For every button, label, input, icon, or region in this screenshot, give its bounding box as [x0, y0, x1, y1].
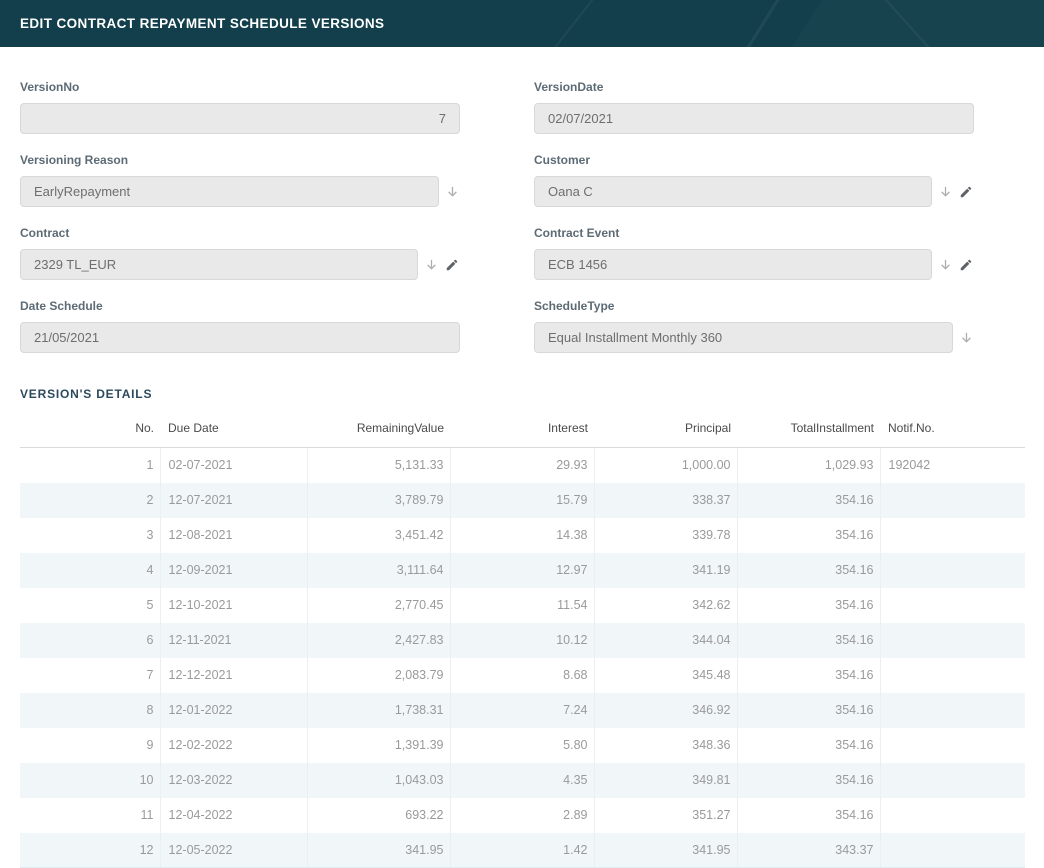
- table-row[interactable]: 1 02-07-2021 5,131.33 29.93 1,000.00 1,0…: [20, 448, 1025, 483]
- pencil-icon[interactable]: [958, 184, 974, 200]
- field-contract: Contract: [20, 226, 460, 280]
- contract-event-input[interactable]: [534, 249, 932, 280]
- date-schedule-input[interactable]: [20, 322, 460, 353]
- col-header-notif-no: Notif.No.: [880, 413, 1025, 448]
- table-row[interactable]: 12 12-05-2022 341.95 1.42 341.95 343.37: [20, 833, 1025, 868]
- versioning-reason-label: Versioning Reason: [20, 153, 460, 167]
- version-form: VersionNo VersionDate Versioning Reason …: [20, 80, 1025, 372]
- field-contract-event: Contract Event: [534, 226, 974, 280]
- field-scheduletype: ScheduleType: [534, 299, 974, 353]
- pencil-icon[interactable]: [444, 257, 460, 273]
- table-row[interactable]: 3 12-08-2021 3,451.42 14.38 339.78 354.1…: [20, 518, 1025, 553]
- customer-input[interactable]: [534, 176, 932, 207]
- col-header-total-installment: TotalInstallment: [737, 413, 880, 448]
- main-content: VersionNo VersionDate Versioning Reason …: [0, 80, 1044, 868]
- field-versiondate: VersionDate: [534, 80, 974, 134]
- versiondate-label: VersionDate: [534, 80, 974, 94]
- arrow-down-icon[interactable]: [958, 330, 974, 346]
- field-customer: Customer: [534, 153, 974, 207]
- table-row[interactable]: 8 12-01-2022 1,738.31 7.24 346.92 354.16: [20, 693, 1025, 728]
- versionno-input[interactable]: [20, 103, 460, 134]
- col-header-interest: Interest: [450, 413, 594, 448]
- pencil-icon[interactable]: [958, 257, 974, 273]
- table-row[interactable]: 9 12-02-2022 1,391.39 5.80 348.36 354.16: [20, 728, 1025, 763]
- table-row[interactable]: 2 12-07-2021 3,789.79 15.79 338.37 354.1…: [20, 483, 1025, 518]
- contract-input[interactable]: [20, 249, 418, 280]
- arrow-down-icon[interactable]: [423, 257, 439, 273]
- col-header-due-date: Due Date: [160, 413, 307, 448]
- scheduletype-label: ScheduleType: [534, 299, 974, 313]
- arrow-down-icon[interactable]: [444, 184, 460, 200]
- col-header-remaining-value: RemainingValue: [307, 413, 450, 448]
- table-header-row: No. Due Date RemainingValue Interest Pri…: [20, 413, 1025, 448]
- app-header: EDIT CONTRACT REPAYMENT SCHEDULE VERSION…: [0, 0, 1044, 47]
- contract-label: Contract: [20, 226, 460, 240]
- versions-details-heading: VERSION'S DETAILS: [20, 387, 1025, 401]
- versioning-reason-input[interactable]: [20, 176, 439, 207]
- table-row[interactable]: 4 12-09-2021 3,111.64 12.97 341.19 354.1…: [20, 553, 1025, 588]
- header-decor-stripe: [787, 0, 1044, 47]
- table-row[interactable]: 5 12-10-2021 2,770.45 11.54 342.62 354.1…: [20, 588, 1025, 623]
- page-title: EDIT CONTRACT REPAYMENT SCHEDULE VERSION…: [20, 16, 384, 31]
- header-decor-stripe: [857, 0, 1006, 47]
- table-row[interactable]: 6 12-11-2021 2,427.83 10.12 344.04 354.1…: [20, 623, 1025, 658]
- table-row[interactable]: 10 12-03-2022 1,043.03 4.35 349.81 354.1…: [20, 763, 1025, 798]
- col-header-principal: Principal: [594, 413, 737, 448]
- versiondate-input[interactable]: [534, 103, 974, 134]
- header-decor-stripe: [511, 0, 611, 47]
- field-versioning-reason: Versioning Reason: [20, 153, 460, 207]
- arrow-down-icon[interactable]: [937, 257, 953, 273]
- table-row[interactable]: 11 12-04-2022 693.22 2.89 351.27 354.16: [20, 798, 1025, 833]
- table-row[interactable]: 7 12-12-2021 2,083.79 8.68 345.48 354.16: [20, 658, 1025, 693]
- scheduletype-input[interactable]: [534, 322, 953, 353]
- schedule-table: No. Due Date RemainingValue Interest Pri…: [20, 413, 1025, 868]
- arrow-down-icon[interactable]: [937, 184, 953, 200]
- versionno-label: VersionNo: [20, 80, 460, 94]
- schedule-table-body: 1 02-07-2021 5,131.33 29.93 1,000.00 1,0…: [20, 448, 1025, 868]
- field-date-schedule: Date Schedule: [20, 299, 460, 353]
- contract-event-label: Contract Event: [534, 226, 974, 240]
- col-header-no: No.: [20, 413, 160, 448]
- header-decor-stripe: [687, 0, 806, 47]
- date-schedule-label: Date Schedule: [20, 299, 460, 313]
- field-versionno: VersionNo: [20, 80, 460, 134]
- customer-label: Customer: [534, 153, 974, 167]
